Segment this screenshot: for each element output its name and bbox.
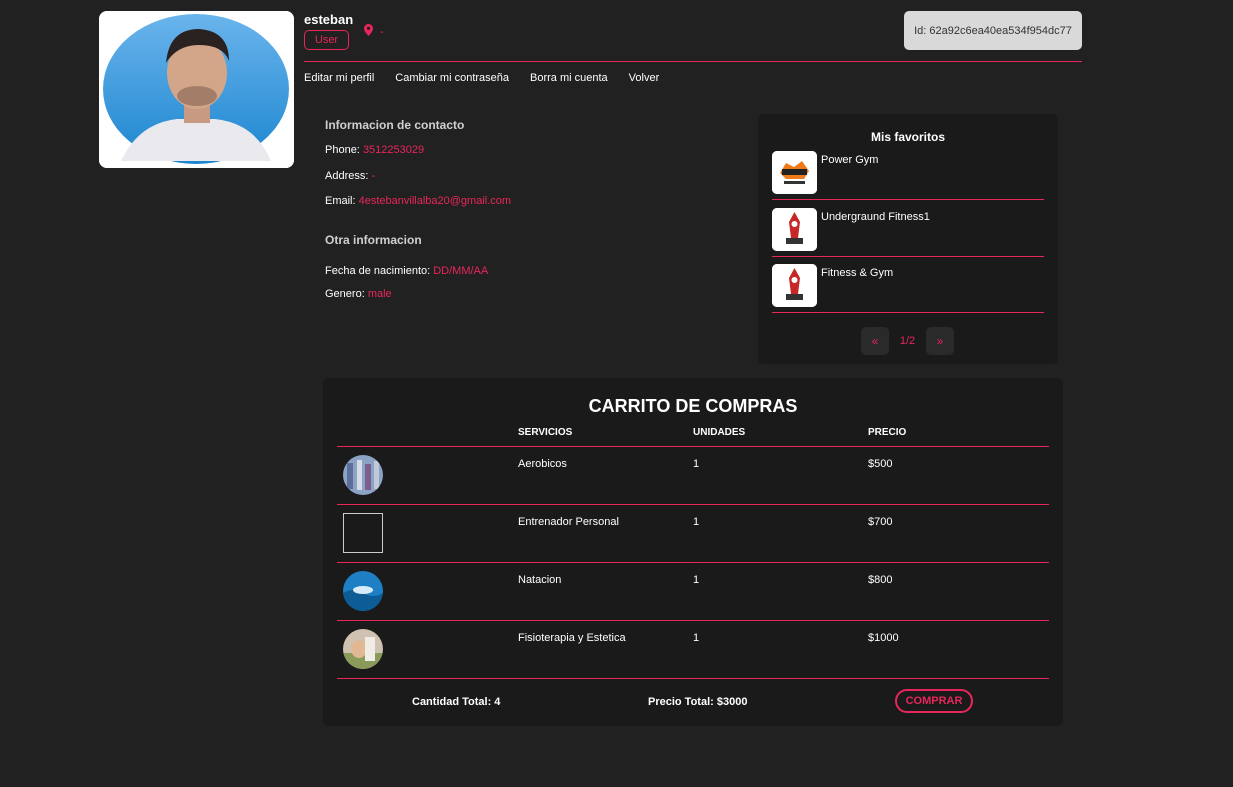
edit-profile-link[interactable]: Editar mi perfil [304,72,374,84]
birthdate-value: DD/MM/AA [433,265,489,277]
service-price: $800 [868,574,893,586]
next-page-button[interactable]: » [926,327,954,355]
service-units: 1 [693,516,700,528]
column-header-services: SERVICIOS [518,427,573,438]
favorites-pagination: « 1/2 » [861,327,954,355]
contact-info-title: Informacion de contacto [325,118,465,132]
buy-button[interactable]: COMPRAR [895,689,973,713]
favorite-name: Power Gym [821,154,879,166]
table-row: Aerobicos 1 $500 [337,447,1049,505]
service-units: 1 [693,458,700,470]
favorite-item[interactable]: Fitness & Gym [772,264,1044,313]
phone-value: 3512253029 [362,144,425,156]
favorite-item[interactable]: Undergraund Fitness1 [772,208,1044,257]
service-name: Fisioterapia y Estetica [518,632,626,644]
service-price: $1000 [868,632,899,644]
map-pin-icon [364,24,373,39]
address-row: Address: - [325,170,375,182]
favorite-name: Fitness & Gym [821,267,894,279]
cart-title: CARRITO DE COMPRAS [588,396,798,416]
address-value: - [371,170,376,182]
gym-logo-icon [772,208,817,251]
location: - [364,24,384,39]
profile-avatar [99,11,294,168]
location-text: - [380,25,384,38]
table-row: Natacion 1 $800 [337,563,1049,621]
service-name: Aerobicos [518,458,567,470]
username: esteban [304,12,354,27]
gender-row: Genero: male [325,288,392,300]
role-badge: User [304,30,349,50]
prev-page-button[interactable]: « [861,327,889,355]
page-indicator: 1/2 [899,335,916,347]
total-price: Precio Total: $3000 [648,696,748,708]
gender-label: Genero: [325,288,365,300]
birthdate-label: Fecha de nacimiento: [325,265,431,277]
delete-account-link[interactable]: Borra mi cuenta [530,72,608,84]
broken-image-icon [343,513,383,553]
birthdate-row: Fecha de nacimiento: DD/MM/AA [325,265,488,277]
shopping-cart: CARRITO DE COMPRAS SERVICIOS UNIDADES PR… [323,378,1063,726]
gym-logo-icon [772,151,817,194]
header-divider [304,61,1082,62]
table-divider [337,678,1049,679]
other-info-title: Otra informacion [325,233,422,247]
service-price: $700 [868,516,893,528]
service-image-swimming [343,571,383,611]
favorites-title: Mis favoritos [870,130,945,144]
service-units: 1 [693,574,700,586]
service-image-aerobics [343,455,383,495]
service-name: Entrenador Personal [518,516,619,528]
profile-nav: Editar mi perfil Cambiar mi contraseña B… [304,72,659,84]
email-label: Email: [325,195,356,207]
column-header-units: UNIDADES [693,427,746,438]
favorites-panel: Mis favoritos Power Gym Undergraund Fitn… [758,114,1058,364]
service-price: $500 [868,458,893,470]
table-row: Entrenador Personal 1 $700 [337,505,1049,563]
service-name: Natacion [518,574,562,586]
profile-page: esteban User - Id: 62a92c6ea40ea534f954d… [0,0,1233,787]
favorite-name: Undergraund Fitness1 [821,211,930,223]
total-quantity: Cantidad Total: 4 [412,696,501,708]
column-header-price: PRECIO [868,427,907,438]
back-link[interactable]: Volver [629,72,660,84]
address-label: Address: [325,170,369,182]
favorite-item[interactable]: Power Gym [772,151,1044,200]
email-row: Email: 4estebanvillalba20@gmail.com [325,195,511,207]
user-id-badge: Id: 62a92c6ea40ea534f954dc77 [904,11,1082,50]
phone-row: Phone: 3512253029 [325,144,424,156]
gender-value: male [367,288,392,300]
service-units: 1 [693,632,700,644]
email-value: 4estebanvillalba20@gmail.com [358,195,512,207]
change-password-link[interactable]: Cambiar mi contraseña [395,72,509,84]
gym-logo-icon [772,264,817,307]
phone-label: Phone: [325,144,360,156]
service-image-physiotherapy [343,629,383,669]
table-row: Fisioterapia y Estetica 1 $1000 [337,621,1049,679]
